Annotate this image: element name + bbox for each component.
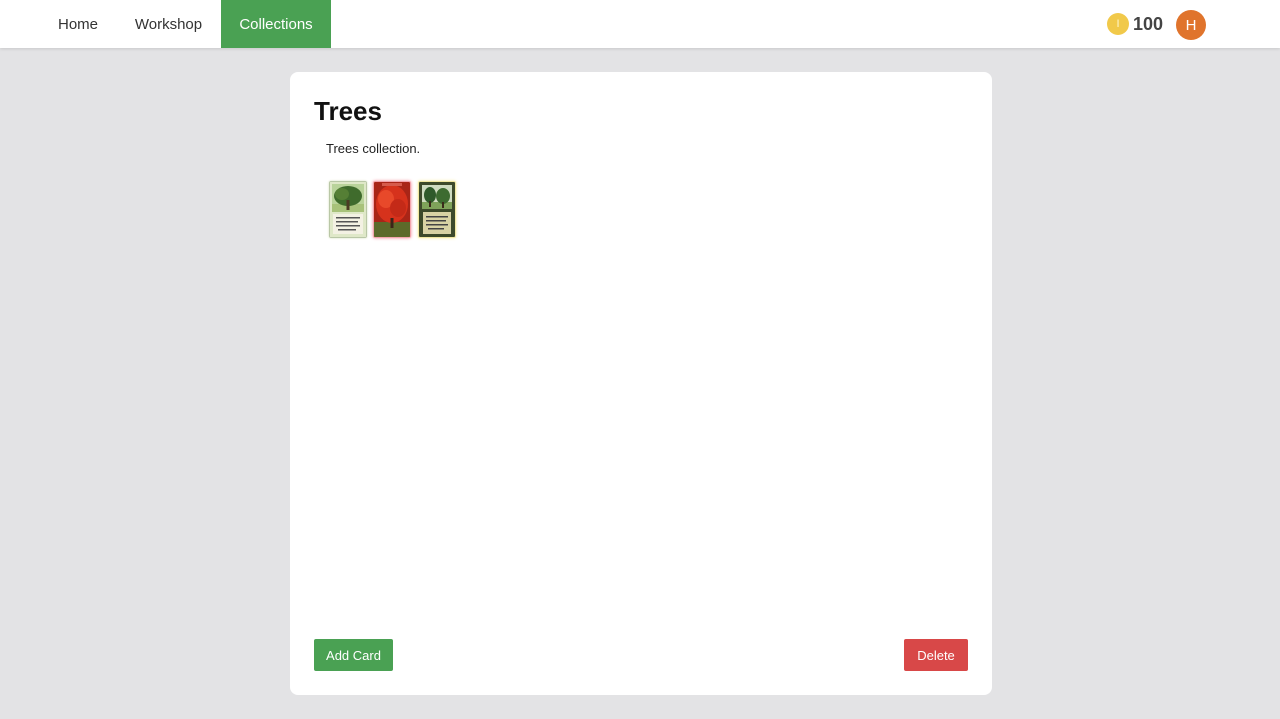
nav-workshop[interactable]: Workshop [116,0,221,48]
delete-button[interactable]: Delete [904,639,968,671]
coin-icon: I [1107,13,1129,35]
collection-description: Trees collection. [326,141,421,156]
green-tree-image [330,182,366,237]
green-oak-tree-card[interactable] [329,181,367,238]
park-trees-card[interactable] [418,181,456,238]
collection-panel: Trees Trees collection. Add Card Delete [290,72,992,695]
red-tree-image [374,182,410,237]
nav-home[interactable]: Home [40,0,116,48]
user-avatar[interactable]: H [1176,10,1206,40]
nav-collections[interactable]: Collections [221,0,331,48]
add-card-button[interactable]: Add Card [314,639,393,671]
coin-amount: 100 [1133,13,1164,34]
top-nav-bar: Home Workshop Collections I 100 H [0,0,1280,48]
collection-title: Trees [314,96,382,126]
coin-balance: I 100 [1107,12,1163,36]
red-maple-tree-card[interactable] [373,181,411,238]
park-trees-image [419,182,455,237]
